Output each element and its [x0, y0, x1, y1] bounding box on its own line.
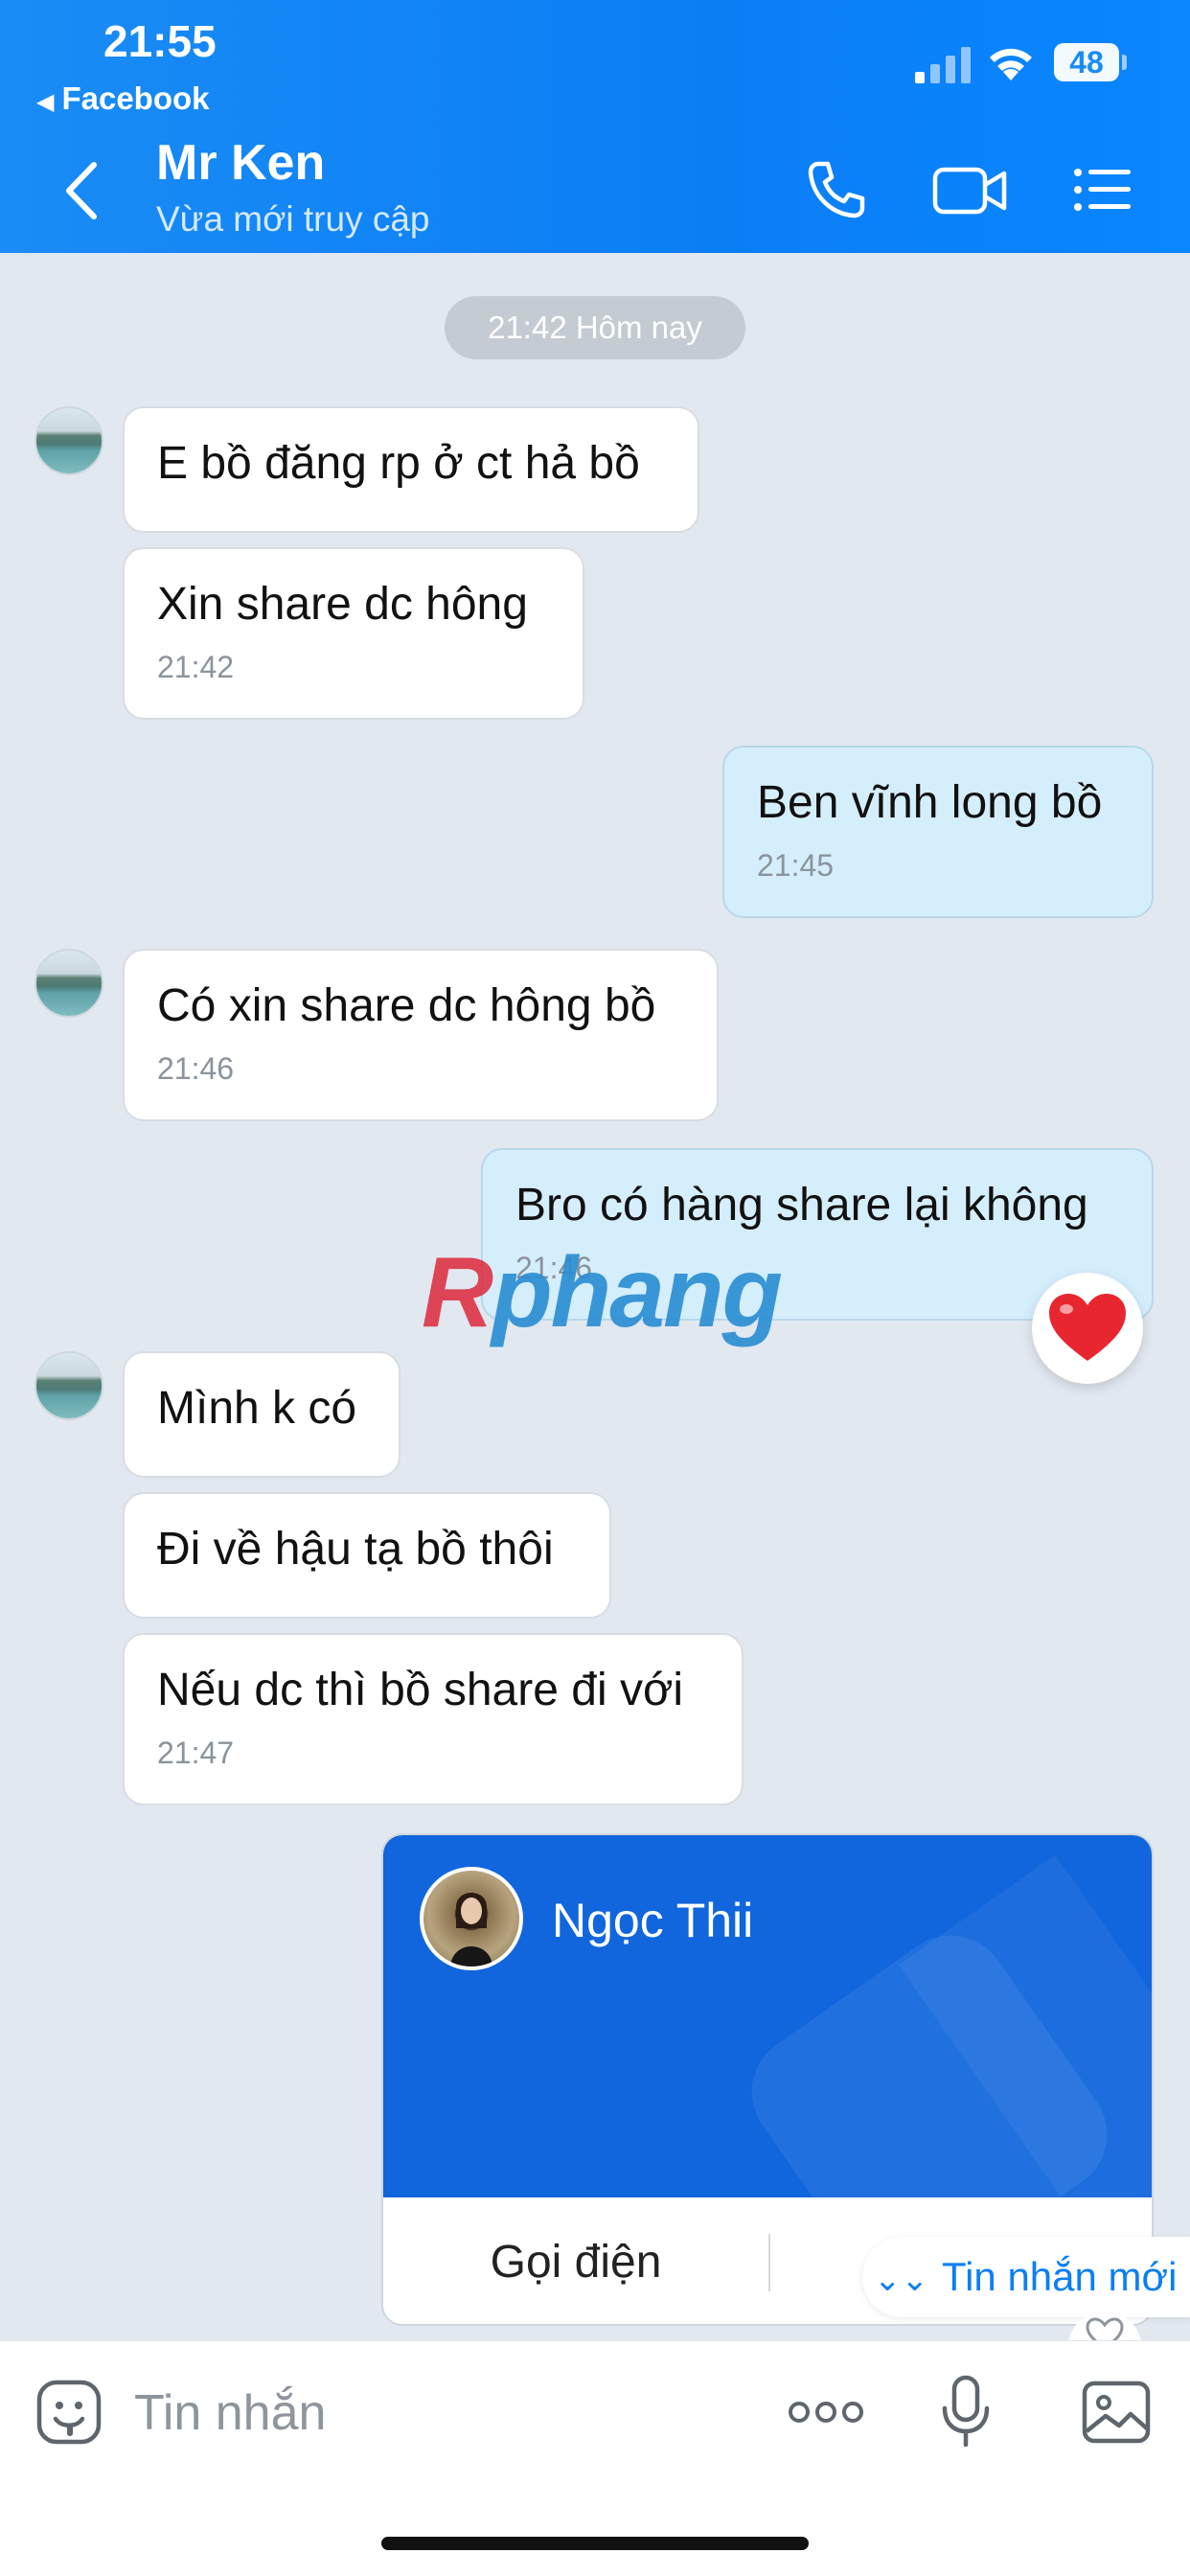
menu-list-icon[interactable] [1071, 158, 1134, 221]
message-bubble[interactable]: E bồ đăng rp ở ct hả bồ [123, 406, 699, 533]
message-text: Mình k có [157, 1383, 357, 1434]
contact-avatar[interactable] [34, 406, 103, 475]
home-indicator [381, 2537, 809, 2550]
video-call-icon[interactable] [931, 158, 1008, 221]
contact-name[interactable]: Mr Ken [156, 134, 325, 192]
contact-card-avatar [420, 1867, 523, 1970]
message-input[interactable] [134, 2380, 728, 2447]
double-chevron-down-icon: ⌄⌄ [874, 2262, 928, 2298]
message-bubble[interactable]: Đi về hậu tạ bồ thôi [123, 1492, 611, 1619]
wifi-icon [990, 48, 1032, 80]
watermark-r: R [422, 1237, 493, 1348]
message-time: 21:42 [157, 650, 235, 685]
back-triangle-icon: ◀ [36, 89, 55, 115]
image-gallery-icon[interactable] [1081, 2378, 1152, 2447]
new-message-button[interactable]: ⌄⌄ Tin nhắn mới [862, 2237, 1190, 2317]
chat-header: 21:55 ◀ Facebook 48 Mr Ken Vừa mới truy c… [0, 0, 1190, 253]
message-time: 21:47 [157, 1736, 235, 1771]
battery-icon: 48 [1054, 43, 1127, 83]
message-text: Ben vĩnh long bồ [757, 777, 1103, 828]
divider [768, 2234, 770, 2291]
message-bubble[interactable]: Nếu dc thì bồ share đi với 21:47 [123, 1633, 744, 1806]
back-app-label: Facebook [61, 80, 210, 116]
watermark-logo: Rphang [422, 1236, 783, 1350]
heart-icon [1049, 1294, 1126, 1361]
message-time: 21:46 [157, 1051, 235, 1087]
new-message-label: Tin nhắn mới [941, 2254, 1178, 2299]
battery-level: 48 [1054, 43, 1119, 81]
contact-card-name: Ngọc Thii [552, 1894, 754, 1947]
date-separator: 21:42 Hôm nay [445, 296, 745, 359]
signal-icon [915, 47, 971, 83]
microphone-icon[interactable] [939, 2374, 993, 2450]
back-to-app-link[interactable]: ◀ Facebook [36, 80, 210, 117]
more-options-icon[interactable] [788, 2395, 864, 2429]
phone-call-icon[interactable] [805, 158, 868, 221]
sticker-emoji-icon[interactable] [34, 2378, 103, 2447]
status-time: 21:55 [103, 16, 217, 66]
reaction-heart-button[interactable] [1032, 1273, 1143, 1384]
contact-avatar[interactable] [34, 1351, 103, 1420]
contact-avatar[interactable] [34, 949, 103, 1018]
message-text: Xin share dc hông [157, 579, 528, 630]
message-text: Nếu dc thì bồ share đi với [157, 1665, 684, 1715]
watermark-text: phang [492, 1237, 783, 1348]
message-bubble[interactable]: Xin share dc hông 21:42 [123, 547, 584, 720]
message-bubble[interactable]: Mình k có [123, 1351, 400, 1478]
contact-status: Vừa mới truy cập [156, 199, 430, 239]
message-bubble-outgoing[interactable]: Ben vĩnh long bồ 21:45 [722, 746, 1154, 918]
message-text: Bro có hàng share lại không [515, 1180, 1088, 1230]
message-time: 21:45 [757, 848, 835, 884]
contact-card-header: Ngọc Thii [383, 1835, 1152, 2197]
message-text: Có xin share dc hông bồ [157, 980, 656, 1031]
message-bubble[interactable]: Có xin share dc hông bồ 21:46 [123, 949, 719, 1121]
message-text: Đi về hậu tạ bồ thôi [157, 1524, 554, 1575]
back-arrow-icon[interactable] [61, 157, 103, 224]
call-button[interactable]: Gọi điện [383, 2197, 768, 2324]
message-text: E bồ đăng rp ở ct hả bồ [157, 438, 640, 489]
